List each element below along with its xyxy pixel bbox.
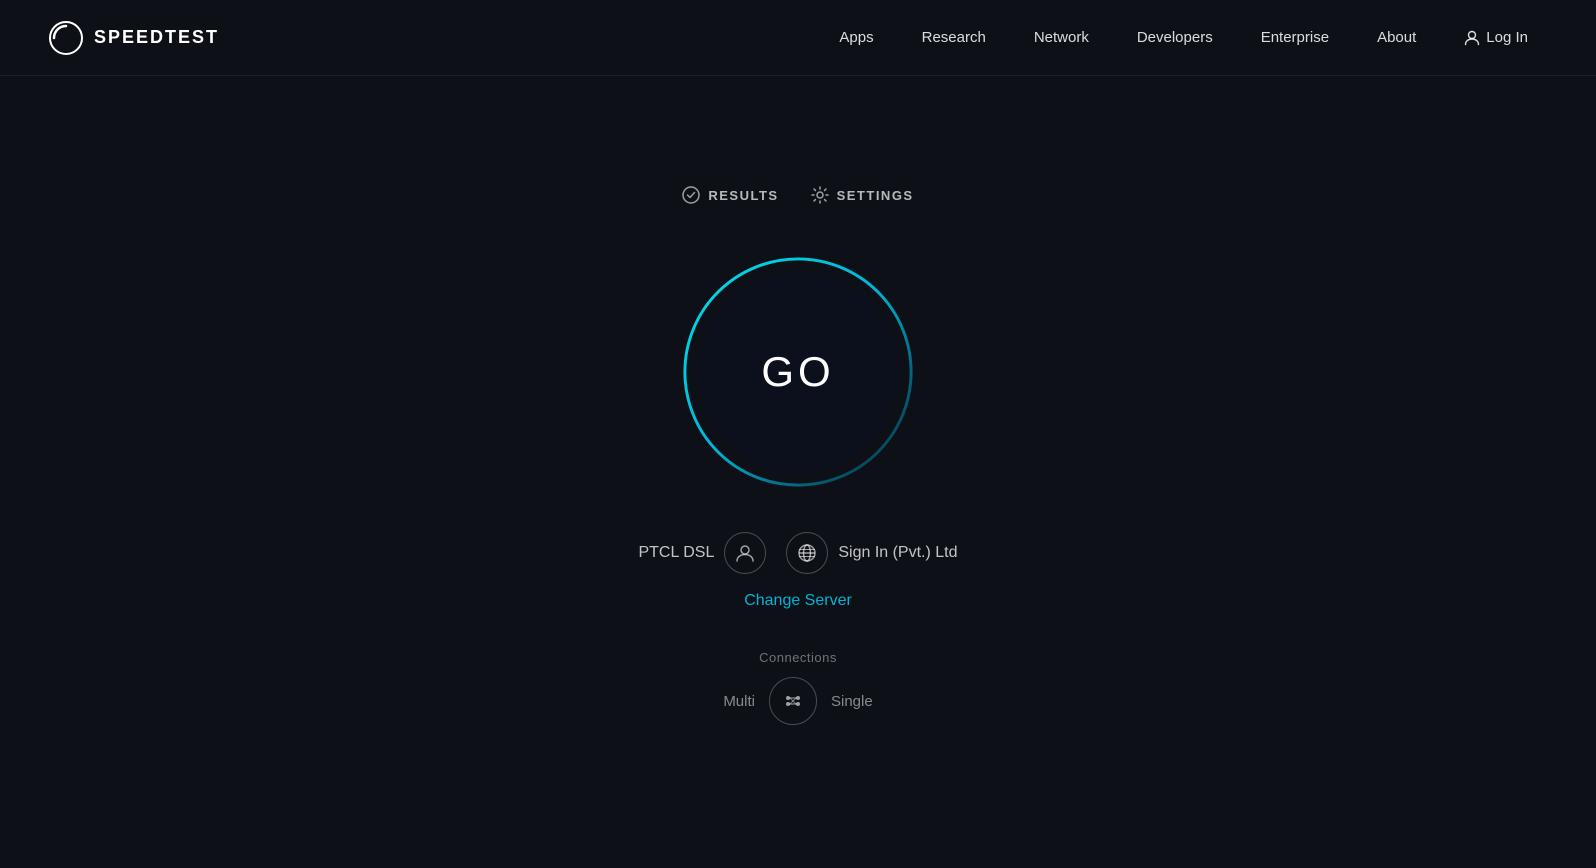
server-info: PTCL DSL Sign In (Pvt.) Ltd bbox=[638, 532, 957, 574]
nav-developers[interactable]: Developers bbox=[1117, 21, 1233, 54]
nav-enterprise[interactable]: Enterprise bbox=[1241, 21, 1349, 54]
logo-text: SPEEDTEST bbox=[94, 27, 219, 48]
results-button[interactable]: RESULTS bbox=[682, 186, 778, 204]
person-icon bbox=[1464, 30, 1480, 46]
login-button[interactable]: Log In bbox=[1444, 21, 1548, 54]
user-icon bbox=[735, 543, 755, 563]
logo[interactable]: SPEEDTEST bbox=[48, 20, 219, 56]
nav-network[interactable]: Network bbox=[1014, 21, 1109, 54]
host-name: Sign In (Pvt.) Ltd bbox=[838, 544, 957, 562]
settings-button[interactable]: SETTINGS bbox=[811, 186, 914, 204]
connections-switch[interactable] bbox=[769, 677, 817, 725]
main-content: RESULTS SETTINGS GO bbox=[0, 76, 1596, 725]
nav-about[interactable]: About bbox=[1357, 21, 1436, 54]
connections-switch-icon bbox=[780, 688, 806, 714]
isp-name: PTCL DSL bbox=[638, 544, 714, 562]
results-label: RESULTS bbox=[708, 188, 778, 203]
gear-icon bbox=[811, 186, 829, 204]
connections-section: Connections Multi Single bbox=[723, 650, 872, 725]
login-label: Log In bbox=[1486, 29, 1528, 46]
multi-option: Multi bbox=[723, 693, 755, 710]
nav-research[interactable]: Research bbox=[902, 21, 1006, 54]
go-label: GO bbox=[761, 348, 834, 396]
settings-label: SETTINGS bbox=[837, 188, 914, 203]
logo-icon bbox=[48, 20, 84, 56]
go-button-wrapper: GO bbox=[678, 252, 918, 492]
isp-section: PTCL DSL bbox=[638, 532, 766, 574]
globe-icon-circle bbox=[786, 532, 828, 574]
go-button[interactable]: GO bbox=[698, 272, 898, 472]
toolbar: RESULTS SETTINGS bbox=[682, 186, 913, 204]
globe-icon bbox=[797, 543, 817, 563]
connections-label: Connections bbox=[759, 650, 837, 665]
change-server-link[interactable]: Change Server bbox=[744, 592, 852, 610]
checkmark-icon bbox=[682, 186, 700, 204]
host-section: Sign In (Pvt.) Ltd bbox=[786, 532, 957, 574]
isp-icon-circle bbox=[724, 532, 766, 574]
connections-toggle: Multi Single bbox=[723, 677, 872, 725]
nav-links: Apps Research Network Developers Enterpr… bbox=[819, 21, 1548, 54]
single-option: Single bbox=[831, 693, 873, 710]
navbar: SPEEDTEST Apps Research Network Develope… bbox=[0, 0, 1596, 76]
nav-apps[interactable]: Apps bbox=[819, 21, 893, 54]
